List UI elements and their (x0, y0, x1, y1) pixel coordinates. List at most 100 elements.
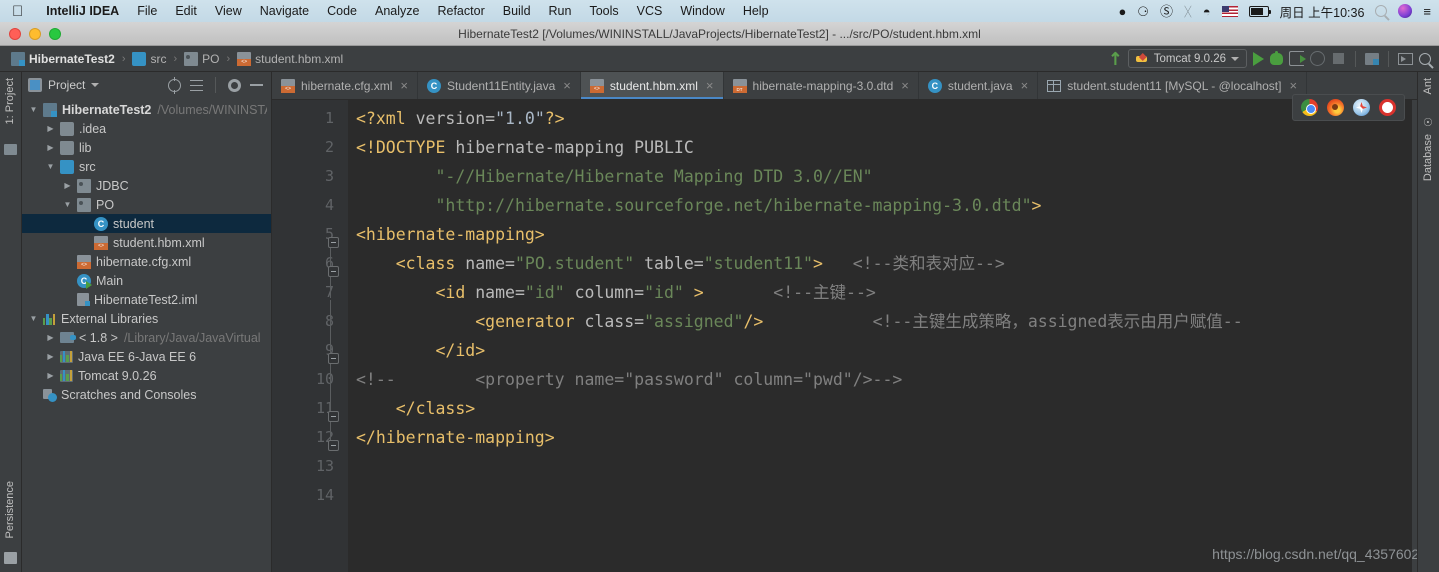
tree-item-java-ee-6-java-ee-6[interactable]: Java EE 6-Java EE 6 (22, 347, 271, 366)
dropbox-icon[interactable]: ● (1118, 5, 1126, 18)
chevron-down-icon[interactable] (28, 314, 39, 323)
search-icon[interactable] (1375, 5, 1388, 17)
chrome-icon[interactable] (1301, 99, 1318, 116)
chevron-down-icon[interactable] (62, 200, 73, 209)
tree-item-lib[interactable]: lib (22, 138, 271, 157)
profiler-icon[interactable] (1310, 51, 1325, 66)
sidebar-tab-persistence[interactable]: Persistence (4, 481, 16, 538)
tree-item-jdbc[interactable]: JDBC (22, 176, 271, 195)
hide-panel-icon[interactable] (250, 84, 263, 86)
chevron-right-icon[interactable] (62, 181, 73, 190)
menu-item-navigate[interactable]: Navigate (251, 4, 318, 18)
close-tab-icon[interactable]: × (901, 79, 909, 92)
menu-item-edit[interactable]: Edit (166, 4, 206, 18)
code-content[interactable]: <?xml version="1.0"?> <!DOCTYPE hibernate… (348, 100, 1412, 572)
siri-icon[interactable] (1398, 4, 1413, 18)
search-everywhere-icon[interactable] (1419, 52, 1431, 65)
close-tab-icon[interactable]: × (400, 79, 408, 92)
debug-icon[interactable] (1270, 50, 1283, 65)
terminal-icon[interactable] (1398, 52, 1413, 65)
run-icon[interactable] (1253, 51, 1264, 66)
code-line[interactable]: <?xml version="1.0"?> (348, 104, 1412, 133)
stop-icon[interactable] (1333, 53, 1344, 64)
sidebar-tab-database[interactable]: Database (1422, 134, 1434, 181)
code-line[interactable] (348, 452, 1412, 481)
firefox-icon[interactable] (1327, 99, 1344, 116)
chevron-right-icon[interactable] (45, 371, 56, 380)
apple-logo-icon[interactable]:  (12, 4, 23, 19)
tree-item-src[interactable]: src (22, 157, 271, 176)
menu-item-refactor[interactable]: Refactor (428, 4, 493, 18)
safari-icon[interactable] (1353, 99, 1370, 116)
code-line[interactable]: "http://hibernate.sourceforge.net/hibern… (348, 191, 1412, 220)
run-with-coverage-icon[interactable] (1289, 51, 1306, 66)
run-configuration-selector[interactable]: Tomcat 9.0.26 (1127, 49, 1247, 68)
close-tab-icon[interactable]: × (1021, 79, 1029, 92)
code-line[interactable]: </class> (348, 394, 1412, 423)
editor-tab-bar[interactable]: hibernate.cfg.xml × C Student11Entity.java ×… (272, 72, 1439, 100)
menu-item-file[interactable]: File (128, 4, 166, 18)
code-line[interactable]: <id name="id" column="id" > <!--主键--> (348, 278, 1412, 307)
menu-item-view[interactable]: View (206, 4, 251, 18)
breadcrumb-item-src[interactable]: src (129, 51, 169, 66)
menu-item-analyze[interactable]: Analyze (366, 4, 428, 18)
open-in-browser-popup[interactable] (1292, 94, 1405, 121)
battery-icon[interactable] (1248, 5, 1272, 17)
code-line[interactable]: </hibernate-mapping> (348, 423, 1412, 452)
code-line[interactable]: "-//Hibernate/Hibernate Mapping DTD 3.0/… (348, 162, 1412, 191)
editor-gutter[interactable]: 1234567891011121314 (272, 100, 348, 572)
fold-marker[interactable] (328, 266, 339, 277)
code-line[interactable]: </id> (348, 336, 1412, 365)
editor-tab[interactable]: Cstudent.java × (919, 72, 1039, 99)
editor-tab[interactable]: student.student11 [MySQL - @localhost] × (1038, 72, 1308, 99)
menu-item-tools[interactable]: Tools (580, 4, 627, 18)
fold-marker[interactable] (328, 237, 339, 248)
tree-item-hibernate-cfg-xml[interactable]: hibernate.cfg.xml (22, 252, 271, 271)
chevron-right-icon[interactable] (45, 124, 56, 133)
collapse-all-icon[interactable] (190, 79, 203, 92)
netease-music-icon[interactable]: Ⓢ (1160, 5, 1173, 18)
tree-item-external-libraries[interactable]: External Libraries (22, 309, 271, 328)
menu-item-run[interactable]: Run (540, 4, 581, 18)
wifi-icon[interactable]: ◓ (1203, 5, 1211, 18)
code-line[interactable]: <!DOCTYPE hibernate-mapping PUBLIC (348, 133, 1412, 162)
code-line[interactable]: <!-- <property name="password" column="p… (348, 365, 1412, 394)
chevron-down-icon[interactable] (28, 105, 39, 114)
editor-tab[interactable]: C Student11Entity.java × (418, 72, 581, 99)
menu-item-vcs[interactable]: VCS (628, 4, 672, 18)
tree-item-main[interactable]: C Main (22, 271, 271, 290)
project-panel-title-group[interactable]: Project (28, 78, 100, 92)
sidebar-tab-ant[interactable]: Ant (1422, 78, 1434, 95)
project-tree[interactable]: HibernateTest2/Volumes/WININSTA .idea lib s… (22, 98, 271, 404)
code-line[interactable]: <hibernate-mapping> (348, 220, 1412, 249)
fold-marker[interactable] (328, 353, 339, 364)
update-project-arrow-icon[interactable]: ↗ (1103, 47, 1127, 71)
chevron-right-icon[interactable] (45, 143, 56, 152)
editor-tab[interactable]: hibernate.cfg.xml × (272, 72, 418, 99)
breadcrumb-item-po[interactable]: PO (181, 51, 222, 66)
menu-bar-clock[interactable]: 周日 上午10:36 (1280, 2, 1365, 21)
tree-item-tomcat-9-0-26[interactable]: Tomcat 9.0.26 (22, 366, 271, 385)
editor-tab[interactable]: hibernate-mapping-3.0.dtd × (724, 72, 919, 99)
notification-center-icon[interactable]: ≡ (1423, 5, 1431, 18)
chevron-down-icon[interactable] (45, 162, 56, 171)
close-tab-icon[interactable]: × (706, 79, 714, 92)
code-line[interactable]: <class name="PO.student" table="student1… (348, 249, 1412, 278)
locate-in-tree-icon[interactable] (168, 76, 181, 94)
wechat-icon[interactable]: ⚆ (1137, 5, 1149, 18)
editor-tab[interactable]: student.hbm.xml × (580, 72, 724, 99)
close-tab-icon[interactable]: × (563, 79, 571, 92)
code-line[interactable]: <generator class="assigned"/> <!--主键生成策略… (348, 307, 1412, 336)
fold-marker[interactable] (328, 411, 339, 422)
menu-item-help[interactable]: Help (734, 4, 778, 18)
project-structure-icon[interactable] (1365, 52, 1379, 65)
input-source-flag-icon[interactable] (1221, 5, 1238, 17)
code-editor[interactable]: 1234567891011121314 <?xml version="1.0"?… (272, 100, 1412, 572)
bluetooth-icon[interactable]: ᚷ (1184, 5, 1192, 18)
tree-item-po[interactable]: PO (22, 195, 271, 214)
close-tab-icon[interactable]: × (1289, 79, 1297, 92)
tree-item-student[interactable]: Cstudent (22, 214, 271, 233)
tree-item-hibernatetest2-iml[interactable]: HibernateTest2.iml (22, 290, 271, 309)
tree-item-idea[interactable]: .idea (22, 119, 271, 138)
fold-marker[interactable] (328, 440, 339, 451)
